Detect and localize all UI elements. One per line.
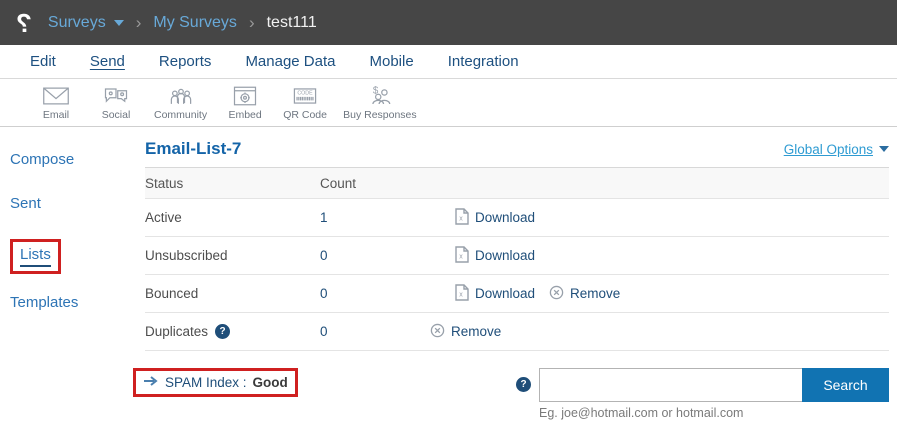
- toolbar-label: QR Code: [283, 109, 327, 121]
- toolbar-embed-button[interactable]: Embed: [219, 85, 271, 121]
- brand-logo-icon[interactable]: ?: [16, 10, 32, 36]
- download-link[interactable]: x Download: [455, 284, 535, 304]
- table-row: Bounced 0 x Download: [145, 275, 889, 313]
- sidebar-item-compose[interactable]: Compose: [10, 151, 130, 168]
- table-row: Duplicates ? 0 Remove: [145, 313, 889, 351]
- help-icon[interactable]: ?: [215, 324, 230, 339]
- excel-file-icon: x: [455, 208, 469, 228]
- sidebar-item-templates[interactable]: Templates: [10, 294, 130, 311]
- breadcrumb: Surveys › My Surveys › test111: [48, 13, 317, 33]
- remove-label: Remove: [570, 286, 620, 301]
- table-header-row: Status Count: [145, 168, 889, 199]
- status-label: Duplicates: [145, 324, 208, 339]
- menu-item-integration[interactable]: Integration: [448, 53, 519, 70]
- download-label: Download: [475, 210, 535, 225]
- content-area: Compose Sent Lists Templates Email-List-…: [0, 127, 897, 420]
- sidebar-item-label: Sent: [10, 195, 41, 212]
- download-link[interactable]: x Download: [455, 246, 535, 266]
- chevron-down-icon: [879, 146, 889, 152]
- qr-code-icon: CODE: [290, 85, 320, 107]
- toolbar-buy-responses-button[interactable]: $ Buy Responses: [339, 85, 421, 121]
- download-label: Download: [475, 248, 535, 263]
- count-value: 1: [320, 210, 455, 225]
- spam-index-label[interactable]: SPAM Index :: [165, 375, 247, 390]
- annotation-box: SPAM Index : Good: [133, 368, 298, 397]
- column-header-count: Count: [320, 176, 455, 191]
- table-row: Active 1 x Download: [145, 199, 889, 237]
- toolbar-community-button[interactable]: Community: [150, 85, 211, 121]
- spam-index: SPAM Index : Good: [143, 375, 288, 390]
- menu-item-reports[interactable]: Reports: [159, 53, 212, 70]
- help-icon[interactable]: ?: [516, 377, 531, 392]
- top-bar: ? Surveys › My Surveys › test111: [0, 0, 897, 45]
- status-label: Bounced: [145, 286, 320, 301]
- toolbar-label: Buy Responses: [343, 109, 417, 121]
- sidebar-item-sent[interactable]: Sent: [10, 195, 130, 212]
- menu-item-manage-data[interactable]: Manage Data: [245, 53, 335, 70]
- sidebar-item-label: Compose: [10, 151, 74, 168]
- page-title: Email-List-7: [145, 139, 241, 159]
- community-icon: [167, 85, 195, 107]
- toolbar-label: Email: [43, 109, 69, 121]
- buy-responses-icon: $: [365, 85, 395, 107]
- menu-item-send[interactable]: Send: [90, 53, 125, 70]
- excel-file-icon: x: [455, 284, 469, 304]
- search-button[interactable]: Search: [802, 368, 889, 402]
- remove-circle-icon: [430, 323, 445, 341]
- send-toolbar: Email Social Community: [0, 79, 897, 127]
- excel-file-icon: x: [455, 246, 469, 266]
- arrow-right-icon: [143, 375, 159, 390]
- email-icon: [42, 85, 70, 107]
- table-row: Unsubscribed 0 x Download: [145, 237, 889, 275]
- breadcrumb-separator-icon: ›: [136, 13, 142, 33]
- sidebar: Compose Sent Lists Templates: [0, 127, 130, 420]
- svg-text:x: x: [459, 291, 463, 298]
- chevron-down-icon[interactable]: [114, 20, 124, 26]
- sidebar-item-label: Templates: [10, 294, 78, 311]
- svg-text:CODE: CODE: [297, 90, 313, 96]
- status-label: Unsubscribed: [145, 248, 320, 263]
- sidebar-item-label: Lists: [20, 246, 51, 267]
- sidebar-item-lists[interactable]: Lists: [10, 239, 130, 274]
- main-panel: Email-List-7 Global Options Status Count…: [130, 127, 897, 420]
- toolbar-label: Embed: [228, 109, 261, 121]
- spam-index-value: Good: [253, 375, 288, 390]
- annotation-box: Lists: [10, 239, 61, 274]
- breadcrumb-current-survey: test111: [267, 14, 317, 32]
- download-label: Download: [475, 286, 535, 301]
- remove-link[interactable]: Remove: [430, 323, 501, 341]
- remove-circle-icon: [549, 285, 564, 303]
- remove-link[interactable]: Remove: [549, 285, 620, 303]
- embed-icon: [231, 85, 259, 107]
- svg-text:x: x: [459, 253, 463, 260]
- breadcrumb-separator-icon: ›: [249, 13, 255, 33]
- toolbar-label: Social: [102, 109, 131, 121]
- global-options-link[interactable]: Global Options: [784, 142, 889, 157]
- status-label: Active: [145, 210, 320, 225]
- menu-item-mobile[interactable]: Mobile: [370, 53, 414, 70]
- search-input[interactable]: [539, 368, 802, 402]
- breadcrumb-surveys[interactable]: Surveys: [48, 14, 106, 32]
- download-link[interactable]: x Download: [455, 208, 535, 228]
- menu-item-edit[interactable]: Edit: [30, 53, 56, 70]
- count-value: 0: [320, 286, 455, 301]
- global-options-label: Global Options: [784, 142, 873, 157]
- toolbar-email-button[interactable]: Email: [30, 85, 82, 121]
- breadcrumb-my-surveys[interactable]: My Surveys: [153, 14, 237, 32]
- email-list-table: Status Count Active 1 x: [145, 167, 889, 351]
- social-icon: [102, 85, 130, 107]
- search-area: ? Search Eg. joe@hotmail.com or hotmail.…: [516, 368, 889, 420]
- toolbar-label: Community: [154, 109, 207, 121]
- remove-label: Remove: [451, 324, 501, 339]
- menu-bar: Edit Send Reports Manage Data Mobile Int…: [0, 45, 897, 79]
- toolbar-social-button[interactable]: Social: [90, 85, 142, 121]
- count-value: 0: [320, 248, 455, 263]
- search-hint: Eg. joe@hotmail.com or hotmail.com: [539, 406, 889, 420]
- toolbar-qr-code-button[interactable]: CODE QR Code: [279, 85, 331, 121]
- column-header-status: Status: [145, 176, 320, 191]
- svg-text:x: x: [459, 215, 463, 222]
